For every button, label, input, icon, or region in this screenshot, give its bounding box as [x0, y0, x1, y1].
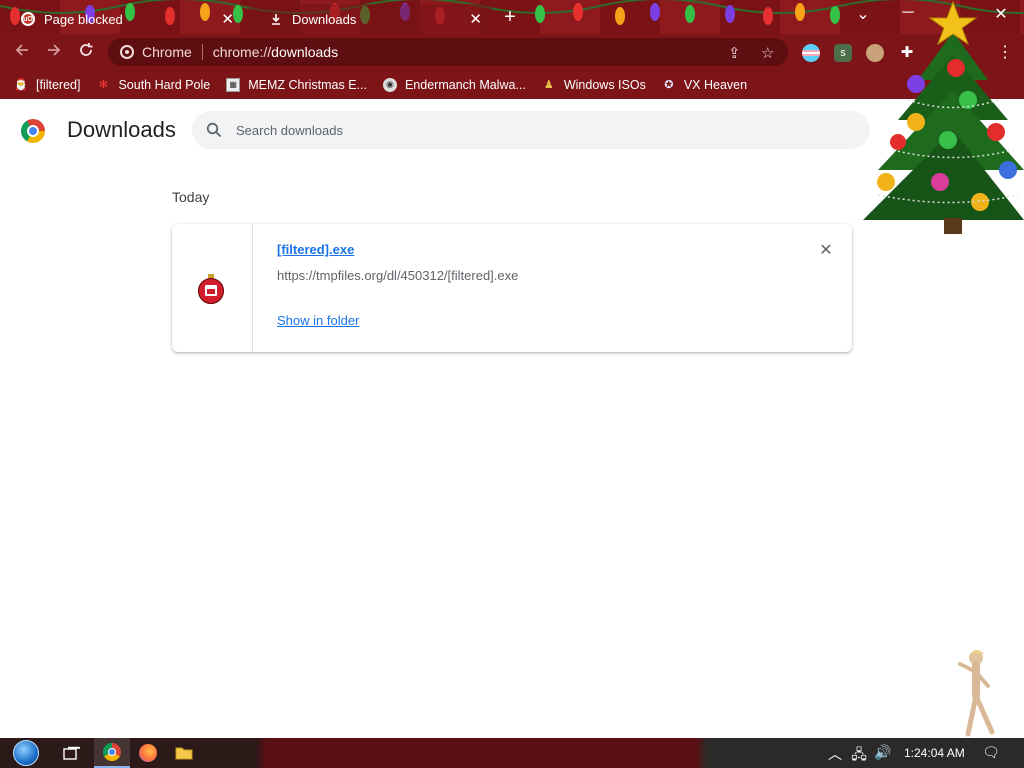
url-path: downloads: [271, 44, 339, 60]
date-section-label: Today: [172, 189, 210, 205]
firefox-icon: [139, 744, 157, 762]
notifications-icon[interactable]: 🗨: [982, 744, 1000, 761]
bookmark-star-icon[interactable]: ☆: [761, 44, 774, 62]
start-orb-icon: [13, 740, 39, 766]
close-tab-icon[interactable]: ✕: [469, 10, 482, 28]
download-source-url: https://tmpfiles.org/dl/450312/[filtered…: [277, 268, 519, 283]
remove-download-button[interactable]: ✕: [816, 241, 836, 261]
tab-title: Page blocked: [44, 11, 123, 27]
santa-icon: 🎅: [14, 79, 28, 91]
bookmark-south-hard-pole[interactable]: ✻ South Hard Pole: [96, 78, 210, 92]
back-arrow-icon: [15, 44, 28, 56]
reload-button[interactable]: [76, 42, 96, 62]
omnibox-chip-label: Chrome: [142, 44, 192, 60]
download-item-card: [filtered].exe https://tmpfiles.org/dl/4…: [172, 224, 852, 352]
task-view-button[interactable]: [54, 738, 90, 768]
taskbar-clock[interactable]: 1:24:04 AM: [904, 746, 965, 760]
tab-title: Downloads: [292, 11, 357, 27]
task-view-icon: [63, 746, 80, 760]
chrome-page-icon: [120, 45, 134, 59]
taskbar-file-explorer[interactable]: [166, 738, 202, 768]
tab-page-blocked[interactable]: uO Page blocked ✕: [0, 4, 244, 34]
page-title: Downloads: [67, 117, 176, 142]
search-downloads-box[interactable]: [192, 111, 870, 149]
volume-icon[interactable]: 🔊: [874, 744, 892, 761]
start-button[interactable]: [8, 738, 44, 768]
search-input[interactable]: [236, 122, 796, 138]
new-tab-button[interactable]: +: [498, 6, 522, 29]
file-explorer-icon: [175, 747, 193, 760]
download-icon: [268, 11, 284, 27]
taskbar-firefox[interactable]: [130, 738, 166, 768]
show-hidden-icons-chevron[interactable]: ︿: [826, 744, 844, 764]
bookmark-label: South Hard Pole: [118, 77, 211, 92]
close-tab-icon[interactable]: ✕: [221, 10, 234, 28]
network-icon[interactable]: 🖧: [850, 744, 868, 768]
snowflake-icon: ✻: [98, 79, 109, 91]
download-file-link[interactable]: [filtered].exe: [277, 242, 354, 257]
forward-button[interactable]: [44, 42, 64, 62]
taskbar-chrome[interactable]: [94, 738, 130, 768]
image-icon: ▦: [226, 77, 241, 92]
share-icon[interactable]: ⇪: [728, 44, 741, 62]
reload-icon: [80, 43, 93, 56]
bookmark-label: MEMZ Christmas E...: [248, 77, 367, 92]
tab-downloads[interactable]: Downloads ✕: [248, 4, 492, 34]
forward-arrow-icon: [48, 44, 61, 56]
download-icon-column: [172, 224, 253, 352]
extension-s-icon[interactable]: s: [834, 44, 852, 62]
christmas-tree-decoration: [863, 0, 1024, 234]
bookmark-label: Windows ISOs: [563, 77, 646, 92]
extension-flag-icon[interactable]: [802, 44, 820, 62]
bookmark-windows-isos[interactable]: ♟ Windows ISOs: [542, 78, 646, 92]
show-in-folder-link[interactable]: Show in folder: [277, 313, 359, 328]
taskbar: ︿ 🖧 🔊 1:24:04 AM 🗨: [0, 738, 1024, 768]
address-bar[interactable]: Chrome chrome://downloads ⇪ ☆: [108, 38, 788, 66]
bookmark-label: VX Heaven: [683, 77, 748, 92]
ublock-icon: uO: [20, 11, 36, 27]
search-icon: [206, 122, 222, 138]
bookmark-endermanch-malware[interactable]: ◉ Endermanch Malwa...: [382, 77, 526, 92]
chrome-logo-icon: [21, 119, 45, 143]
ornament-file-icon: [198, 274, 224, 304]
bookmark-label: [filtered]: [36, 77, 81, 92]
back-button[interactable]: [12, 42, 32, 62]
dancing-figure-decoration: [958, 650, 995, 737]
bookmark-memz-christmas[interactable]: ▦ MEMZ Christmas E...: [226, 77, 367, 92]
url-prefix: chrome://: [212, 44, 272, 60]
bookmark-item[interactable]: 🎅 [filtered]: [14, 78, 80, 92]
raccoon-icon: ◉: [382, 77, 397, 92]
chrome-icon: [103, 743, 121, 761]
heaven-icon: ✪: [664, 79, 674, 91]
figure-icon: ♟: [543, 79, 554, 91]
bookmark-label: Endermanch Malwa...: [404, 77, 526, 92]
omnibox-separator: [201, 44, 203, 60]
bookmark-vx-heaven[interactable]: ✪ VX Heaven: [662, 78, 747, 92]
